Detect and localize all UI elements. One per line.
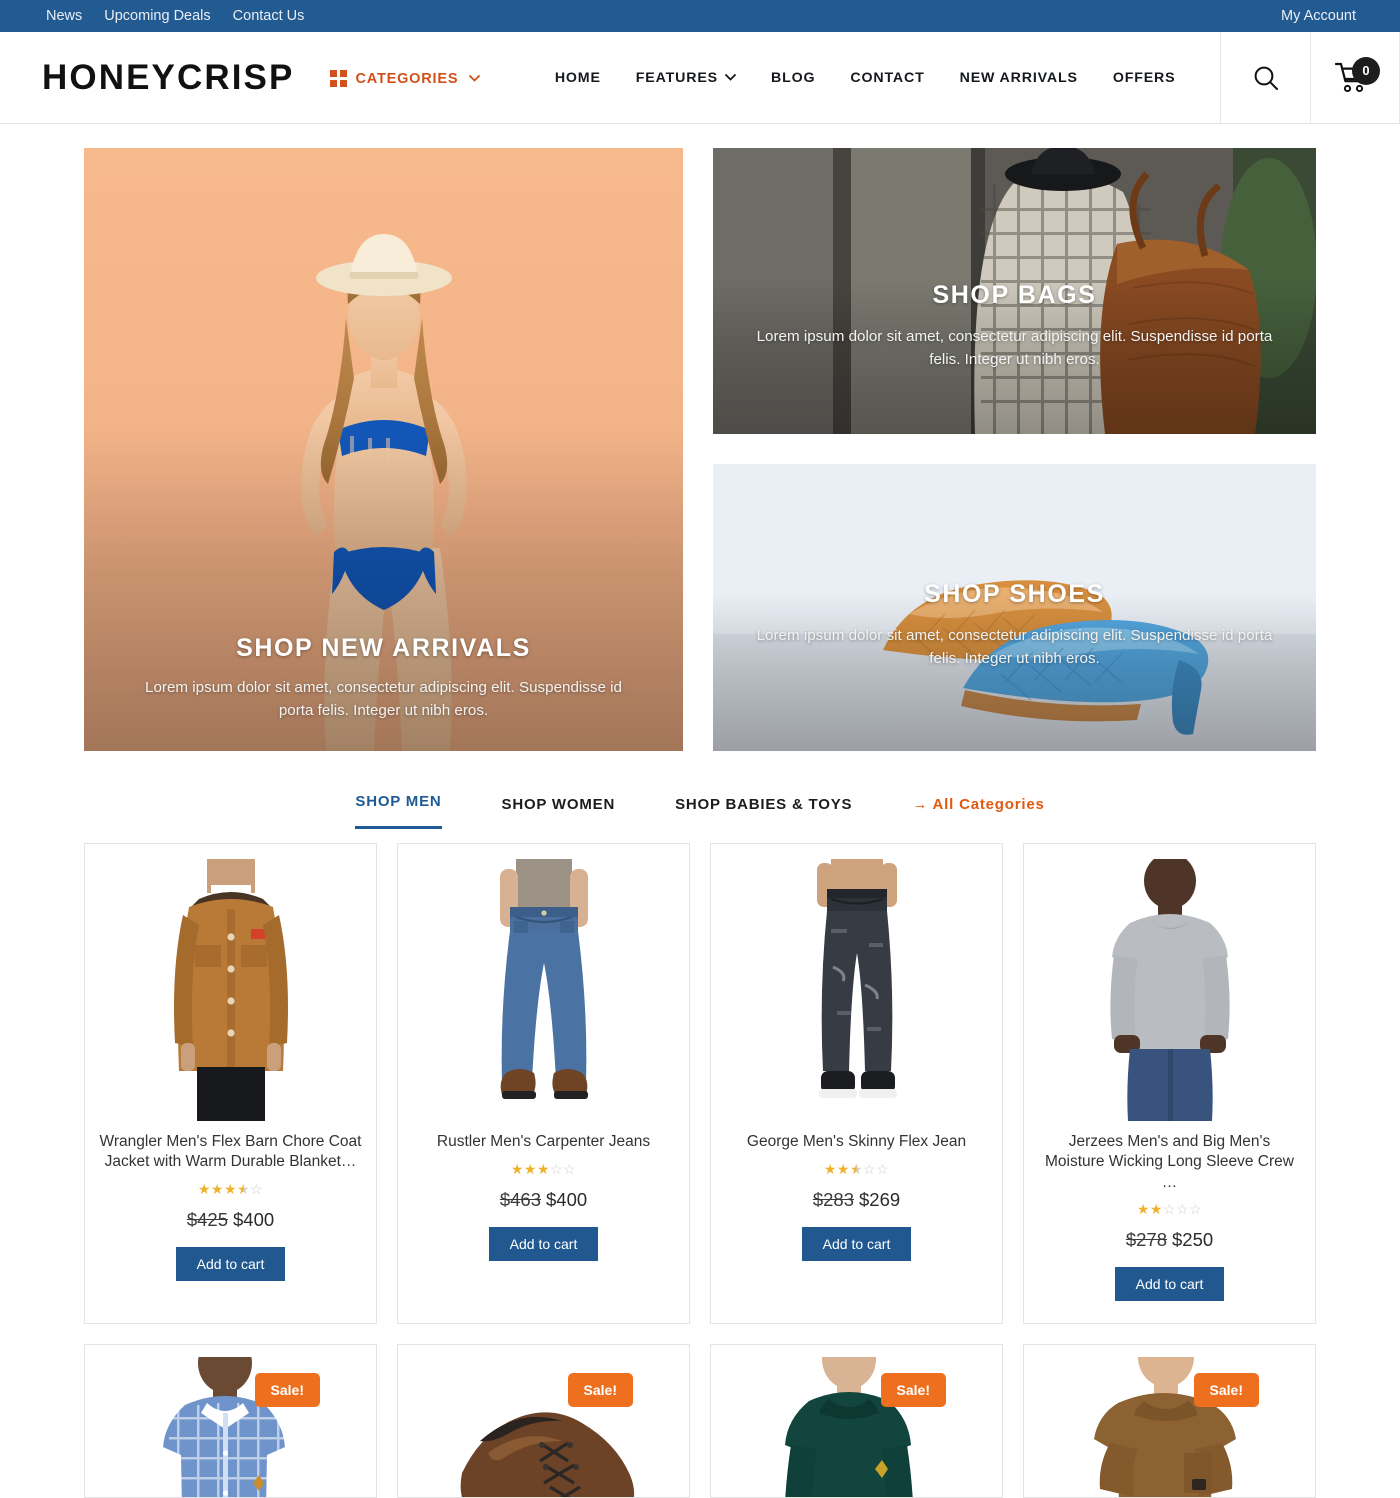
product-card[interactable]: Jerzees Men's and Big Men's Moisture Wic…: [1023, 843, 1316, 1325]
product-name: Wrangler Men's Flex Barn Chore Coat Jack…: [99, 1133, 362, 1171]
search-icon: [1251, 63, 1281, 93]
banner-shoes-description: Lorem ipsum dolor sit amet, consectetur …: [756, 627, 1273, 668]
cart-button[interactable]: 0: [1310, 32, 1400, 123]
product-new-price: $269: [859, 1189, 901, 1210]
topbar-link-my-account[interactable]: My Account: [1281, 0, 1356, 32]
sale-badge: Sale!: [880, 1373, 946, 1408]
product-old-price: $278: [1125, 1229, 1167, 1251]
tab-shop-women[interactable]: SHOP WOMEN: [502, 796, 616, 829]
nav-label-features: FEATURES: [635, 69, 718, 86]
grid-icon: [330, 70, 347, 87]
nav-label-blog: BLOG: [771, 69, 816, 86]
nav-item-new-arrivals[interactable]: NEW ARRIVALS: [960, 70, 1078, 86]
categories-button[interactable]: CATEGORIES: [330, 68, 481, 87]
product-image: [412, 856, 675, 1124]
main-navigation: HOME FEATURES BLOG CONTACT NEW ARRIVALS …: [480, 32, 1220, 123]
nav-label-home: HOME: [554, 69, 601, 86]
product-grid-row-2: Sale! Sale! Sale! Sale!: [0, 1324, 1400, 1498]
nav-item-offers[interactable]: OFFERS: [1113, 70, 1176, 86]
brand-name: HONEYCRISP: [42, 57, 295, 97]
product-card[interactable]: Sale!: [397, 1344, 690, 1498]
category-tabs: SHOP MEN SHOP WOMEN SHOP BABIES & TOYS →…: [0, 751, 1400, 829]
product-card[interactable]: Sale!: [710, 1344, 1003, 1498]
tab-shop-babies-toys[interactable]: SHOP BABIES & TOYS: [675, 796, 852, 829]
top-utility-bar: News Upcoming Deals Contact Us My Accoun…: [0, 0, 1400, 32]
product-card[interactable]: Sale!: [84, 1344, 377, 1498]
chevron-down-icon: [469, 75, 481, 82]
product-rating: ★★☆☆☆: [1136, 1201, 1203, 1218]
nav-item-blog[interactable]: BLOG: [771, 70, 815, 86]
product-image: [1038, 1357, 1301, 1498]
product-card[interactable]: Wrangler Men's Flex Barn Chore Coat Jack…: [84, 843, 377, 1325]
categories-label: CATEGORIES: [355, 70, 459, 87]
product-new-price: $250: [1172, 1229, 1214, 1251]
product-card[interactable]: Rustler Men's Carpenter Jeans ★★★☆☆ $463…: [397, 843, 690, 1325]
product-price: $425 $400: [187, 1209, 274, 1231]
product-image: [99, 856, 362, 1124]
product-card[interactable]: Sale!: [1023, 1344, 1316, 1498]
topbar-link-contact-us[interactable]: Contact Us: [233, 0, 305, 32]
banner-overlay: [713, 593, 1316, 751]
product-old-price: $425: [186, 1208, 228, 1230]
product-rating: ★★★☆☆: [510, 1161, 577, 1177]
add-to-cart-button[interactable]: Add to cart: [1114, 1267, 1225, 1302]
banner-new-arrivals-description: Lorem ipsum dolor sit amet, consectetur …: [145, 679, 622, 720]
banner-bags-description: Lorem ipsum dolor sit amet, consectetur …: [756, 328, 1273, 369]
banner-shoes[interactable]: SHOP SHOES Lorem ipsum dolor sit amet, c…: [713, 464, 1316, 751]
product-image: [725, 1357, 988, 1498]
topbar-link-news[interactable]: News: [46, 0, 82, 32]
product-price: $278 $250: [1126, 1229, 1213, 1251]
product-old-price: $283: [812, 1189, 854, 1210]
cart-icon: 0: [1334, 56, 1380, 95]
product-rating: ★★★★☆: [197, 1180, 264, 1197]
cart-count-badge: 0: [1352, 56, 1380, 85]
product-card[interactable]: George Men's Skinny Flex Jean ★★★☆☆ $283…: [710, 843, 1003, 1325]
tab-all-categories[interactable]: → All Categories: [912, 796, 1044, 829]
banner-bags[interactable]: SHOP BAGS Lorem ipsum dolor sit amet, co…: [713, 148, 1316, 434]
product-rating: ★★★☆☆: [823, 1161, 890, 1177]
main-header: HONEYCRISP CATEGORIES HOME FEATURES BLOG…: [0, 32, 1400, 124]
product-new-price: $400: [233, 1208, 275, 1230]
banner-bags-title: SHOP BAGS: [932, 281, 1097, 310]
hero-banner-section: SHOP NEW ARRIVALS Lorem ipsum dolor sit …: [0, 124, 1400, 751]
nav-label-offers: OFFERS: [1112, 69, 1176, 86]
product-name: Jerzees Men's and Big Men's Moisture Wic…: [1045, 1133, 1294, 1191]
sale-badge: Sale!: [1193, 1373, 1259, 1408]
search-button[interactable]: [1220, 32, 1310, 123]
add-to-cart-button[interactable]: Add to cart: [488, 1227, 599, 1261]
product-old-price: $463: [499, 1189, 541, 1210]
sale-badge: Sale!: [567, 1373, 633, 1408]
brand-logo[interactable]: HONEYCRISP: [0, 32, 330, 123]
nav-item-home[interactable]: HOME: [555, 70, 601, 86]
nav-label-new-arrivals: NEW ARRIVALS: [959, 69, 1078, 86]
banner-new-arrivals-title: SHOP NEW ARRIVALS: [236, 634, 531, 663]
sale-badge: Sale!: [254, 1373, 320, 1408]
product-price: $283 $269: [813, 1189, 900, 1211]
product-image: [725, 856, 988, 1124]
product-price: $463 $400: [500, 1189, 587, 1211]
product-new-price: $400: [546, 1189, 588, 1210]
chevron-down-icon: [725, 74, 736, 81]
banner-shoes-title: SHOP SHOES: [924, 580, 1105, 609]
nav-item-features[interactable]: FEATURES: [636, 70, 736, 86]
product-name: Rustler Men's Carpenter Jeans: [436, 1133, 651, 1150]
product-image: [1038, 856, 1301, 1124]
nav-item-contact[interactable]: CONTACT: [850, 70, 924, 86]
nav-label-contact: CONTACT: [850, 69, 925, 86]
top-utility-links: News Upcoming Deals Contact Us: [46, 0, 304, 32]
product-name: George Men's Skinny Flex Jean: [746, 1133, 967, 1150]
banner-new-arrivals[interactable]: SHOP NEW ARRIVALS Lorem ipsum dolor sit …: [84, 148, 683, 751]
add-to-cart-button[interactable]: Add to cart: [175, 1246, 286, 1281]
topbar-link-upcoming-deals[interactable]: Upcoming Deals: [104, 0, 210, 32]
add-to-cart-button[interactable]: Add to cart: [801, 1227, 912, 1261]
tab-shop-men[interactable]: SHOP MEN: [355, 793, 442, 829]
product-image: [99, 1357, 362, 1498]
product-image: [412, 1357, 675, 1498]
product-grid-row-1: Wrangler Men's Flex Barn Chore Coat Jack…: [0, 829, 1400, 1325]
